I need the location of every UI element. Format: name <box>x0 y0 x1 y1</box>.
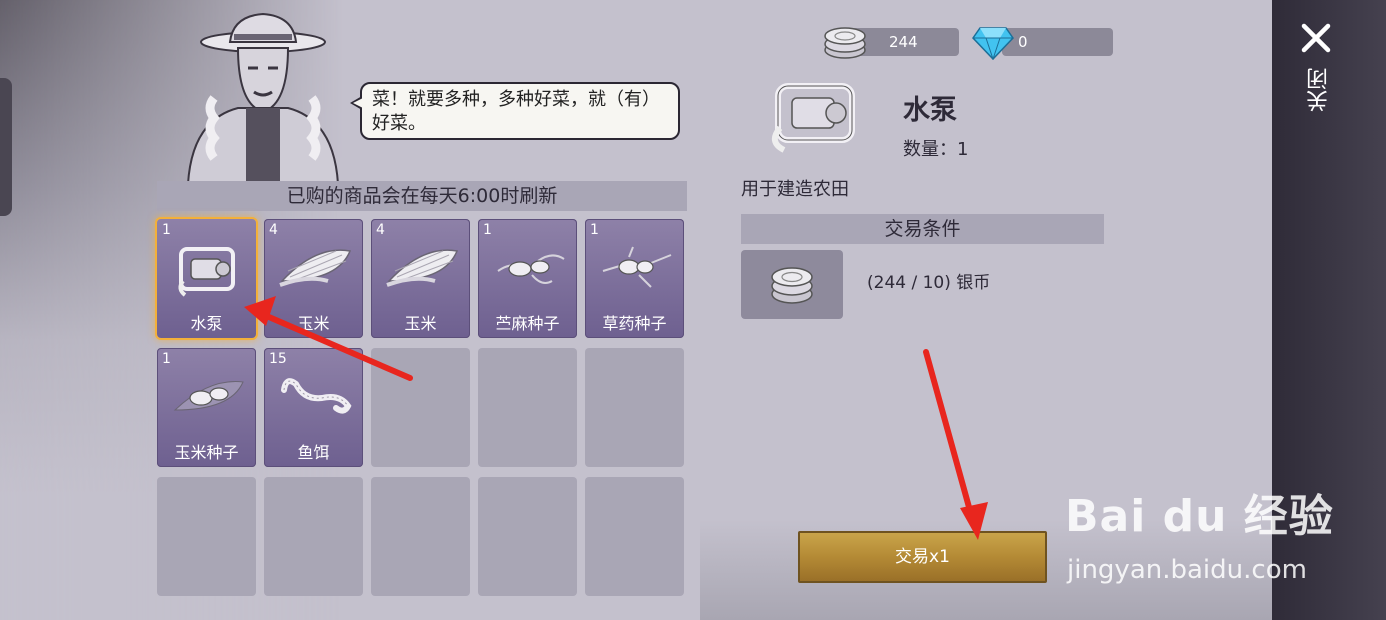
shop-item-grid: 1 水泵 4 玉米 4 玉米 1 苎麻种子 1 草药种子 1 玉米种子 15 鱼… <box>157 219 687 596</box>
item-name: 鱼饵 <box>297 443 330 462</box>
trade-conditions-header: 交易条件 <box>741 214 1104 244</box>
item-description: 用于建造农田 <box>741 179 849 200</box>
item-name: 水泵 <box>190 314 223 333</box>
empty-slot <box>478 348 577 467</box>
water-pump-icon <box>178 247 235 297</box>
empty-slot <box>585 477 684 596</box>
item-name: 玉米种子 <box>174 443 239 462</box>
item-quantity: 1 <box>483 222 492 238</box>
item-quantity: 1 <box>590 222 599 238</box>
seed-icon <box>497 254 565 284</box>
empty-slot <box>371 348 470 467</box>
close-button[interactable]: 关闭 <box>1304 60 1332 120</box>
corn-icon <box>279 249 352 287</box>
seed-icon <box>602 246 672 288</box>
npc-farmer-portrait <box>186 12 340 184</box>
shop-item-water-pump[interactable]: 1 水泵 <box>157 219 256 338</box>
water-pump-icon <box>771 83 855 153</box>
empty-slot <box>585 348 684 467</box>
baidu-watermark-logo: Bai du 经验 <box>1065 491 1334 542</box>
left-edge-tab[interactable] <box>0 78 12 216</box>
item-name: 苎麻种子 <box>495 314 560 333</box>
silver-coin-icon <box>824 27 866 59</box>
item-quantity: 1 <box>162 351 171 367</box>
item-title: 水泵 <box>903 95 957 126</box>
cost-icon-box <box>741 250 843 319</box>
shop-item-corn[interactable]: 4 玉米 <box>371 219 470 338</box>
worm-bait-icon <box>281 378 352 414</box>
corn-seed-icon <box>173 381 244 411</box>
corn-icon <box>386 249 459 287</box>
item-quantity-label: 数量：1 <box>903 139 969 160</box>
shop-item-fish-bait[interactable]: 15 鱼饵 <box>264 348 363 467</box>
close-icon[interactable] <box>1300 22 1332 54</box>
trade-button[interactable]: 交易x1 <box>798 531 1047 583</box>
shop-item-corn-seed[interactable]: 1 玉米种子 <box>157 348 256 467</box>
empty-slot <box>371 477 470 596</box>
empty-slot <box>157 477 256 596</box>
item-name: 玉米 <box>297 314 330 333</box>
item-name: 玉米 <box>404 314 437 333</box>
cost-text: (244 / 10) 银币 <box>867 273 991 293</box>
item-name: 草药种子 <box>602 314 667 333</box>
diamond-icon <box>972 27 1014 60</box>
silver-amount: 244 <box>889 33 918 51</box>
shop-item-ramie-seed[interactable]: 1 苎麻种子 <box>478 219 577 338</box>
item-quantity: 4 <box>269 222 278 238</box>
empty-slot <box>478 477 577 596</box>
shop-item-herb-seed[interactable]: 1 草药种子 <box>585 219 684 338</box>
item-quantity: 15 <box>269 351 287 367</box>
item-quantity: 1 <box>162 222 171 238</box>
baidu-watermark-url: jingyan.baidu.com <box>1067 555 1307 585</box>
silver-coin-icon <box>771 267 813 304</box>
gem-amount: 0 <box>1018 33 1028 51</box>
empty-slot <box>264 477 363 596</box>
npc-speech-bubble: 菜！就要多种，多种好菜，就（有）好菜。 <box>350 82 680 140</box>
refresh-notice: 已购的商品会在每天6:00时刷新 <box>157 181 687 211</box>
gem-balance: 0 <box>1002 28 1113 56</box>
item-quantity: 4 <box>376 222 385 238</box>
shop-item-corn[interactable]: 4 玉米 <box>264 219 363 338</box>
